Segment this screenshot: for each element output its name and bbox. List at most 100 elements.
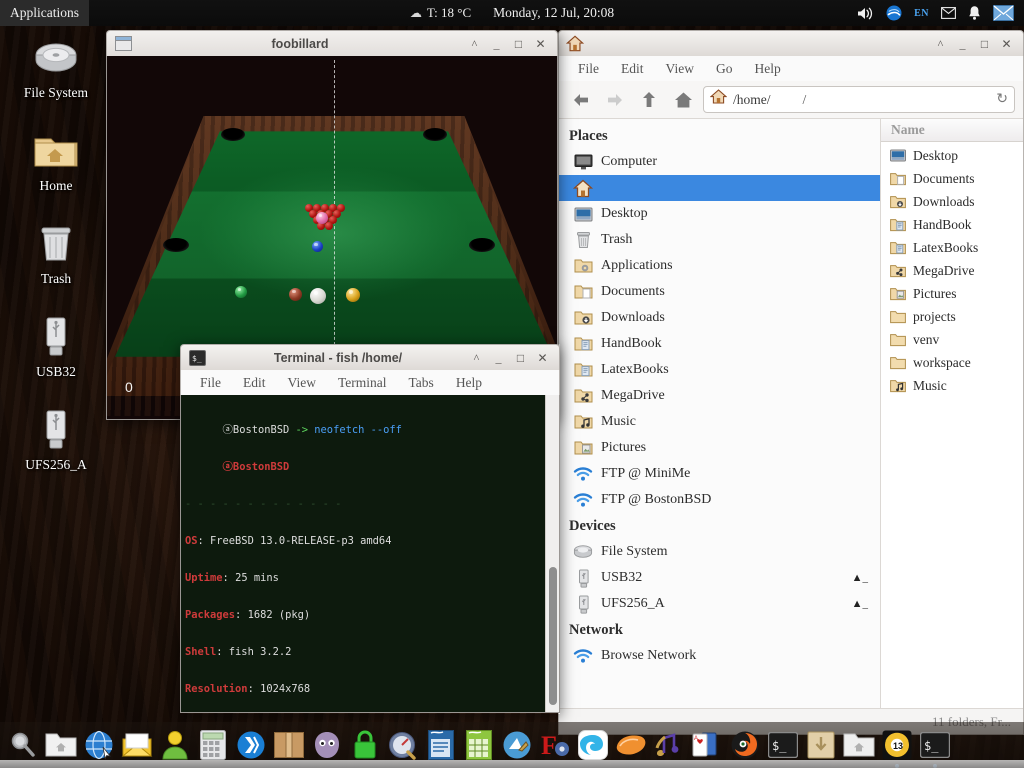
dock-item-terminal-icon-2[interactable]: $_ [916, 726, 954, 768]
dock-item-konqueror-icon[interactable] [232, 726, 270, 764]
mail-client-icon[interactable] [993, 5, 1014, 21]
dock-item-solitaire-icon[interactable]: A [688, 726, 726, 764]
sidebar-item-computer[interactable]: Computer [559, 149, 880, 175]
terminal-scrollbar[interactable] [545, 395, 559, 712]
menu-file[interactable]: File [189, 373, 232, 393]
dock-item-user-icon[interactable] [156, 726, 194, 764]
dock-item-terminal-icon[interactable]: $_ [764, 726, 802, 764]
dock-item-lutris-icon[interactable] [574, 726, 612, 764]
close-button[interactable]: ✕ [1000, 37, 1013, 50]
dock-item-billiards-icon[interactable]: 13 [878, 726, 916, 768]
shade-button[interactable]: ^ [470, 351, 483, 364]
notification-bell-icon[interactable] [968, 5, 981, 21]
dock-item-fontforge-icon[interactable]: F [536, 726, 574, 764]
dock-item-firefox-icon[interactable] [726, 726, 764, 764]
dock-item-home-folder-icon[interactable] [840, 726, 878, 764]
up-arrow-icon[interactable] [635, 87, 663, 113]
dock-item-web-browser-icon[interactable] [80, 726, 118, 764]
eject-icon[interactable]: ▲_ [852, 572, 868, 584]
table-row[interactable]: MegaDrive [881, 259, 1023, 282]
clock[interactable]: Monday, 12 Jul, 20:08 [493, 5, 614, 21]
reload-icon[interactable]: ↻ [996, 91, 1008, 108]
close-button[interactable]: ✕ [536, 351, 549, 364]
sidebar-item-ftp-bostonbsd[interactable]: FTP @ BostonBSD [559, 487, 880, 513]
desktop-icon-trash[interactable]: Trash [0, 220, 112, 287]
table-row[interactable]: LatexBooks [881, 236, 1023, 259]
sidebar-item-documents[interactable]: Documents [559, 279, 880, 305]
desktop-icon-ufs256a[interactable]: UFS256_A [0, 406, 112, 473]
terminal-output[interactable]: ⓐBostonBSD -> neofetch --off ⓐBostonBSD … [181, 395, 545, 712]
sidebar-item-file-system[interactable]: File System [559, 539, 880, 565]
menu-file[interactable]: File [567, 59, 610, 79]
sidebar-item-latexbooks[interactable]: LatexBooks [559, 357, 880, 383]
menu-view[interactable]: View [277, 373, 327, 393]
eject-icon[interactable]: ▲_ [852, 598, 868, 610]
sidebar-item-ufs256a[interactable]: UFS256_A ▲_ [559, 591, 880, 617]
dock-item-clementine-icon[interactable] [612, 726, 650, 764]
minimize-button[interactable]: _ [956, 37, 969, 50]
table-row[interactable]: HandBook [881, 213, 1023, 236]
sidebar-item-usb32[interactable]: USB32 ▲_ [559, 565, 880, 591]
foobillard-titlebar[interactable]: foobillard ^ _ □ ✕ [106, 30, 558, 56]
table-row[interactable]: workspace [881, 351, 1023, 374]
minimize-button[interactable]: _ [492, 351, 505, 364]
sidebar-item-home[interactable] [559, 175, 880, 201]
weather-plugin[interactable]: ☁ T: 18 °C [410, 5, 471, 21]
network-icon[interactable] [886, 5, 902, 21]
dock-item-audacious-icon[interactable] [650, 726, 688, 764]
dock-item-search-icon[interactable] [4, 726, 42, 764]
table-row[interactable]: Pictures [881, 282, 1023, 305]
dock-item-padlock-icon[interactable] [346, 726, 384, 764]
close-button[interactable]: ✕ [534, 37, 547, 50]
shade-button[interactable]: ^ [934, 37, 947, 50]
maximize-button[interactable]: □ [978, 37, 991, 50]
menu-help[interactable]: Help [743, 59, 791, 79]
dock-item-calculator-icon[interactable] [194, 726, 232, 764]
applications-menu-button[interactable]: Applications [0, 0, 89, 26]
sidebar-item-handbook[interactable]: HandBook [559, 331, 880, 357]
sidebar-item-megadrive[interactable]: MegaDrive [559, 383, 880, 409]
maximize-button[interactable]: □ [514, 351, 527, 364]
mail-tray-icon[interactable] [941, 7, 956, 19]
desktop-icon-home[interactable]: Home [0, 127, 112, 194]
scrollbar-thumb[interactable] [549, 567, 557, 705]
terminal-body[interactable]: ⓐBostonBSD -> neofetch --off ⓐBostonBSD … [180, 395, 560, 713]
terminal-window[interactable]: $_ Terminal - fish /home/ ^ _ □ ✕ File E… [180, 344, 560, 714]
table-row[interactable]: Documents [881, 167, 1023, 190]
volume-icon[interactable] [857, 6, 874, 21]
desktop-icon-usb32[interactable]: USB32 [0, 313, 112, 380]
table-row[interactable]: Downloads [881, 190, 1023, 213]
menu-tabs[interactable]: Tabs [398, 373, 445, 393]
maximize-button[interactable]: □ [512, 37, 525, 50]
sidebar-item-music[interactable]: Music [559, 409, 880, 435]
table-row[interactable]: venv [881, 328, 1023, 351]
shade-button[interactable]: ^ [468, 37, 481, 50]
table-row[interactable]: projects [881, 305, 1023, 328]
menu-edit[interactable]: Edit [610, 59, 655, 79]
path-entry[interactable]: /home/ / ↻ [703, 86, 1015, 113]
dock-item-gimp-icon[interactable] [308, 726, 346, 764]
sidebar-item-ftp-minime[interactable]: FTP @ MiniMe [559, 461, 880, 487]
menu-view[interactable]: View [655, 59, 705, 79]
desktop-icon-file-system[interactable]: File System [0, 34, 112, 101]
dock-item-disk-usage-icon[interactable] [384, 726, 422, 764]
menu-go[interactable]: Go [705, 59, 744, 79]
dock-item-mail-icon[interactable] [118, 726, 156, 764]
sidebar-item-downloads[interactable]: Downloads [559, 305, 880, 331]
sidebar-item-browse-network[interactable]: Browse Network [559, 643, 880, 669]
dock-item-archive-icon[interactable] [270, 726, 308, 764]
back-arrow-icon[interactable] [567, 87, 595, 113]
column-header-name[interactable]: Name [881, 119, 1023, 142]
file-manager-window[interactable]: ^ _ □ ✕ File Edit View Go Help /home/ / … [558, 30, 1024, 735]
table-row[interactable]: Desktop [881, 144, 1023, 167]
minimize-button[interactable]: _ [490, 37, 503, 50]
dock-item-impress-icon[interactable] [498, 726, 536, 764]
sidebar-item-trash[interactable]: Trash [559, 227, 880, 253]
dock-item-writer-icon[interactable] [422, 726, 460, 764]
menu-help[interactable]: Help [445, 373, 493, 393]
table-row[interactable]: Music [881, 374, 1023, 397]
home-icon[interactable] [669, 87, 697, 113]
dock-item-file-manager-icon[interactable] [42, 726, 80, 764]
sidebar-item-applications[interactable]: Applications [559, 253, 880, 279]
menu-terminal[interactable]: Terminal [327, 373, 398, 393]
